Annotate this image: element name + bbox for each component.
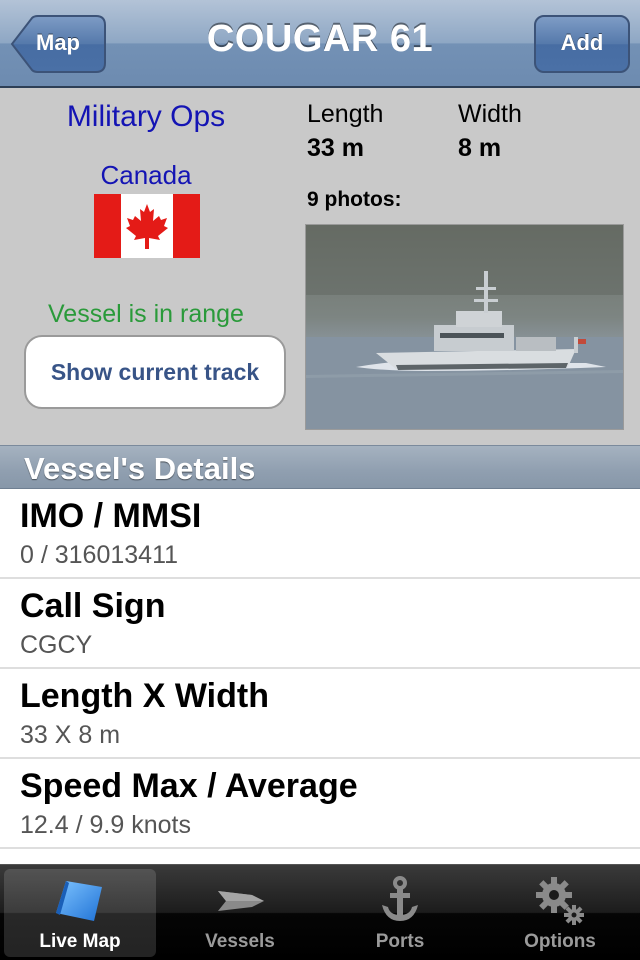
detail-row-value: 0 / 316013411 xyxy=(20,541,179,569)
length-value: 33 m xyxy=(307,134,364,162)
tab-vessels-label: Vessels xyxy=(205,931,275,952)
gear-icon xyxy=(536,877,584,925)
tab-ports[interactable]: Ports xyxy=(324,869,476,957)
vessel-photo[interactable] xyxy=(305,224,624,430)
show-current-track-button[interactable]: Show current track xyxy=(24,335,286,409)
photos-count-label: 9 photos: xyxy=(307,188,402,211)
back-to-map-button[interactable]: Map xyxy=(10,15,106,73)
detail-row-length-width[interactable]: Length X Width 33 X 8 m xyxy=(0,669,640,759)
tab-bar: Live Map Vessels Ports Options xyxy=(0,864,640,960)
vessel-icon xyxy=(218,891,264,911)
tab-live-map-label: Live Map xyxy=(39,931,121,952)
detail-row-speed[interactable]: Speed Max / Average 12.4 / 9.9 knots xyxy=(0,759,640,849)
navigation-bar: Map COUGAR 61 Add xyxy=(0,0,640,88)
tab-ports-label: Ports xyxy=(375,931,425,952)
length-label: Length xyxy=(307,100,384,128)
detail-row-imo-mmsi[interactable]: IMO / MMSI 0 / 316013411 xyxy=(0,489,640,579)
tab-live-map[interactable]: Live Map xyxy=(4,869,156,957)
detail-row-value: CGCY xyxy=(20,631,93,659)
tab-vessels[interactable]: Vessels xyxy=(164,869,316,957)
vessel-photo-image xyxy=(306,225,623,429)
vessel-summary-panel: Military Ops Canada Vessel is in range S… xyxy=(0,88,640,445)
back-button-label: Map xyxy=(36,30,80,55)
tab-options-label: Options xyxy=(524,931,596,952)
detail-row-value: 33 X 8 m xyxy=(20,721,121,749)
range-status-text: Vessel is in range xyxy=(48,300,244,328)
anchor-icon xyxy=(382,876,418,921)
tab-options[interactable]: Options xyxy=(484,869,636,957)
add-button[interactable]: Add xyxy=(534,15,630,73)
vessel-country: Canada xyxy=(100,160,192,190)
detail-row-title: Length X Width xyxy=(20,677,269,715)
detail-row-title: IMO / MMSI xyxy=(20,497,202,535)
page-title: COUGAR 61 xyxy=(206,18,434,60)
detail-row-call-sign[interactable]: Call Sign CGCY xyxy=(0,579,640,669)
canada-flag-icon xyxy=(94,194,200,258)
live-map-icon xyxy=(56,881,102,921)
width-label: Width xyxy=(458,100,522,128)
detail-row-value: 12.4 / 9.9 knots xyxy=(20,811,191,839)
detail-row-title: Speed Max / Average xyxy=(20,767,358,805)
width-value: 8 m xyxy=(458,134,502,162)
vessel-category-link[interactable]: Military Ops xyxy=(10,100,282,134)
vessel-details-header: Vessel's Details xyxy=(0,445,640,489)
detail-row-title: Call Sign xyxy=(20,587,166,625)
section-header-title: Vessel's Details xyxy=(24,451,256,486)
vessel-details-list: IMO / MMSI 0 / 316013411 Call Sign CGCY … xyxy=(0,489,640,849)
